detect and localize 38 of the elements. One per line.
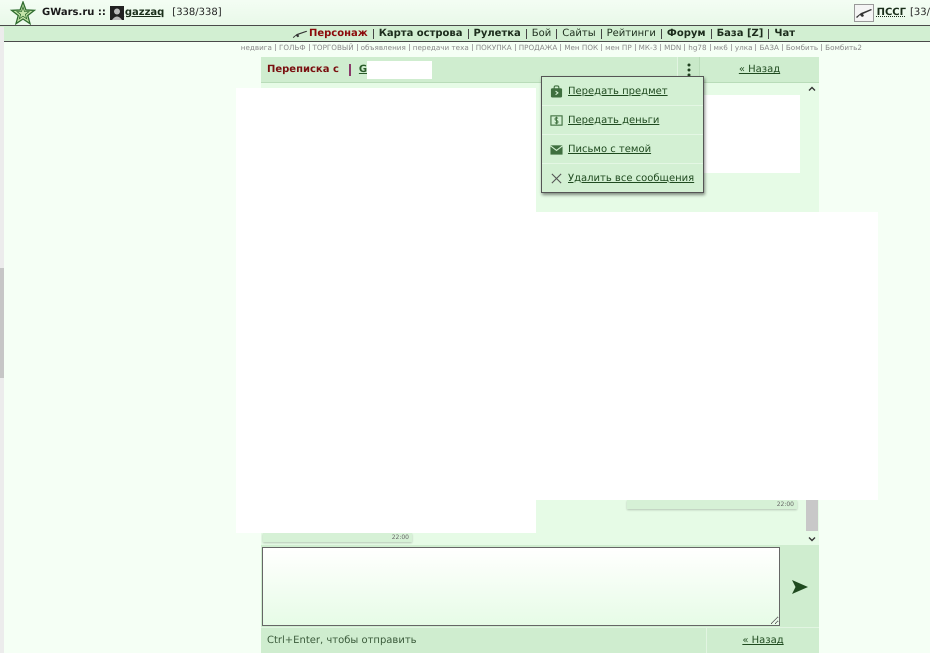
scrollbar-thumb[interactable] (806, 497, 818, 531)
avatar-icon (110, 6, 124, 20)
rifle-icon (854, 4, 874, 22)
chat-title: Переписка с (267, 64, 339, 75)
nav-link[interactable]: Форум (666, 28, 706, 39)
site-name: GWars.ru :: (42, 7, 106, 18)
nav-link[interactable]: Персонаж (292, 28, 368, 39)
star-icon (8, 0, 38, 24)
member-counter: [33/ (910, 7, 930, 18)
divider-bar (348, 64, 351, 76)
nav-link[interactable]: Бой (532, 28, 552, 39)
nav-link[interactable]: Карта острова (378, 28, 462, 39)
envelope-icon (550, 142, 563, 156)
nav-link[interactable]: Сайты (562, 28, 596, 39)
menu-item[interactable]: Передать предмет (568, 86, 668, 96)
message-field[interactable] (262, 547, 780, 626)
blank-block (367, 60, 432, 78)
bag-icon (550, 84, 563, 98)
nav-link[interactable]: Рулетка (474, 28, 521, 39)
syndicate-link[interactable]: ПССГ (876, 7, 906, 18)
menu-item[interactable]: Удалить все сообщения (568, 172, 694, 184)
rifle-icon (292, 28, 308, 38)
send-hint: Ctrl+Enter, чтобы отправить (266, 634, 418, 648)
nav-link[interactable]: Чат (774, 28, 795, 39)
more-icon (686, 62, 690, 76)
send-icon (790, 578, 808, 594)
nav-link[interactable]: База [Z] (716, 28, 764, 39)
close-icon (550, 172, 563, 184)
back-link[interactable]: « Назад (742, 635, 784, 646)
menu-item[interactable]: Письмо с темой (568, 144, 652, 154)
nav-link[interactable]: Рейтинги (606, 28, 656, 39)
banknote-icon (550, 114, 563, 126)
scrollbar-thumb[interactable] (0, 268, 4, 378)
user-link[interactable]: gazzaq (124, 7, 164, 18)
partner-link[interactable]: G (358, 64, 368, 75)
health-counter: [338/338] (172, 7, 222, 18)
menu-item[interactable]: Передать деньги (568, 114, 660, 126)
back-link[interactable]: « Назад (738, 64, 780, 75)
